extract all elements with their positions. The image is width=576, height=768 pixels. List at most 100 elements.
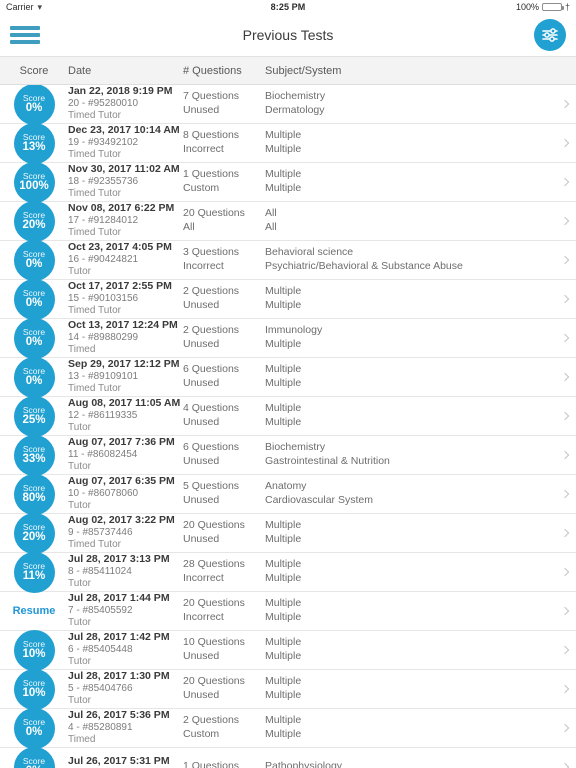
subject-cell: Multiple Multiple bbox=[265, 519, 554, 547]
disclosure-cell[interactable] bbox=[554, 333, 576, 343]
score-cell: Score0% bbox=[0, 85, 68, 125]
table-row[interactable]: Score 11% Jul 28, 2017 3:13 PM 8 - #8541102… bbox=[0, 551, 576, 593]
score-badge-label: Score bbox=[22, 287, 46, 298]
date-cell: Aug 02, 2017 3:22 PM 9 - #85737446 Timed T… bbox=[68, 514, 183, 551]
status-badge: Score0% bbox=[13, 707, 55, 749]
date-cell: Jul 28, 2017 1:42 PM 6 - #85405448 Tutor bbox=[68, 631, 183, 668]
test-id: 4 - #85280891 bbox=[68, 722, 133, 734]
status-badge: Score 10% bbox=[13, 629, 55, 671]
hamburger-menu-icon[interactable] bbox=[10, 24, 40, 46]
test-mode: Timed Tutor bbox=[68, 539, 121, 551]
subject-cell: Anatomy Cardiovascular System bbox=[265, 480, 554, 508]
resume-link[interactable]: Resume bbox=[13, 605, 56, 617]
test-date: Jul 26, 2017 5:36 PM bbox=[68, 709, 170, 722]
score-badge-value: 0% bbox=[25, 726, 43, 739]
status-badge: Score 11% bbox=[13, 551, 55, 593]
test-date: Aug 02, 2017 3:22 PM bbox=[68, 514, 175, 527]
disclosure-cell[interactable] bbox=[554, 372, 576, 382]
chevron-right-icon bbox=[560, 372, 570, 382]
table-row[interactable]: Score 20% Aug 02, 2017 3:22 PM 9 - #8573744… bbox=[0, 512, 576, 554]
chevron-right-icon bbox=[560, 489, 570, 499]
table-row[interactable]: Resume Jul 28, 2017 1:44 PM 7 - #85405592 T… bbox=[0, 592, 576, 631]
table-row[interactable]: Score0% Jul 26, 2017 5:31 PM3 - #85280517… bbox=[0, 746, 576, 768]
score-badge-value: 13% bbox=[22, 141, 46, 154]
table-row[interactable]: Score 33% Aug 07, 2017 7:36 PM 11 - #860824… bbox=[0, 434, 576, 476]
score-badge-label: Score bbox=[22, 365, 46, 376]
subject-cell: Pathophysiology bbox=[265, 760, 554, 768]
status-badge: Score 100% bbox=[13, 161, 55, 203]
table-row[interactable]: Score 10% Jul 28, 2017 1:42 PM 6 - #8540544… bbox=[0, 629, 576, 671]
disclosure-cell[interactable] bbox=[554, 723, 576, 733]
question-type: Unused bbox=[183, 455, 220, 467]
test-id: 8 - #85411024 bbox=[68, 566, 132, 578]
disclosure-cell[interactable] bbox=[554, 411, 576, 421]
test-mode: Tutor bbox=[68, 461, 91, 473]
table-row[interactable]: Score 80% Aug 07, 2017 6:35 PM 10 - #860780… bbox=[0, 473, 576, 515]
disclosure-cell[interactable] bbox=[554, 567, 576, 577]
question-count: 2 Questions bbox=[183, 285, 240, 298]
status-bar-clock: 8:25 PM bbox=[270, 2, 306, 12]
question-count: 7 Questions bbox=[183, 90, 240, 103]
disclosure-cell[interactable] bbox=[554, 762, 576, 768]
table-row[interactable]: Score 0% Oct 17, 2017 2:55 PM 15 - #9010315… bbox=[0, 278, 576, 320]
test-subject: Behavioral science bbox=[265, 246, 354, 259]
previous-tests-list[interactable]: Score 0% Jan 22, 2018 9:19 PM 20 - #9528001… bbox=[0, 85, 576, 768]
table-row[interactable]: Score 100% Nov 30, 2017 11:02 AM 18 - #9235… bbox=[0, 161, 576, 203]
disclosure-cell[interactable] bbox=[554, 255, 576, 265]
score-badge-label: Score bbox=[22, 92, 46, 103]
status-badge: Score 20% bbox=[13, 512, 55, 554]
disclosure-cell[interactable] bbox=[554, 216, 576, 226]
question-count: 20 Questions bbox=[183, 675, 245, 688]
table-row[interactable]: Score 0% Jan 22, 2018 9:19 PM 20 - #9528001… bbox=[0, 85, 576, 125]
disclosure-cell[interactable] bbox=[554, 528, 576, 538]
score-cell: Score 80% bbox=[0, 473, 68, 515]
table-row[interactable]: Score 0% Sep 29, 2017 12:12 PM 13 - #891091… bbox=[0, 356, 576, 398]
table-row[interactable]: Score 0% Oct 13, 2017 12:24 PM 14 - #898802… bbox=[0, 317, 576, 359]
disclosure-cell[interactable] bbox=[554, 99, 576, 109]
test-date: Jul 28, 2017 1:44 PM bbox=[68, 592, 170, 605]
disclosure-cell[interactable] bbox=[554, 684, 576, 694]
questions-cell: 6 Questions Unused bbox=[183, 441, 265, 469]
question-type: Custom bbox=[183, 728, 220, 740]
question-type: Incorrect bbox=[183, 143, 224, 155]
test-subject: Multiple bbox=[265, 675, 302, 688]
question-count: 5 Questions bbox=[183, 480, 240, 493]
questions-cell: 4 Questions Unused bbox=[183, 402, 265, 430]
chevron-right-icon bbox=[560, 567, 570, 577]
disclosure-cell[interactable] bbox=[554, 177, 576, 187]
battery-cap bbox=[561, 6, 564, 10]
question-count: 1 Questions bbox=[183, 168, 240, 181]
disclosure-cell[interactable] bbox=[554, 138, 576, 148]
test-mode: Tutor bbox=[68, 695, 91, 707]
table-row[interactable]: Score 0% Jul 26, 2017 5:36 PM 4 - #85280891… bbox=[0, 707, 576, 749]
chevron-right-icon bbox=[560, 177, 570, 187]
navigation-bar: Previous Tests bbox=[0, 14, 576, 57]
question-count: 2 Questions bbox=[183, 714, 240, 727]
disclosure-cell[interactable] bbox=[554, 294, 576, 304]
test-mode: Timed Tutor bbox=[68, 305, 121, 317]
test-date: Nov 08, 2017 6:22 PM bbox=[68, 202, 175, 215]
table-row[interactable]: Score 13% Dec 23, 2017 10:14 AM 19 - #93492… bbox=[0, 122, 576, 164]
column-header-subject: Subject/System bbox=[265, 64, 342, 77]
subject-cell: Multiple Multiple bbox=[265, 714, 554, 742]
score-cell: Score 20% bbox=[0, 512, 68, 554]
test-mode: Timed bbox=[68, 734, 96, 746]
table-row[interactable]: Score 25% Aug 08, 2017 11:05 AM 12 - #86119… bbox=[0, 395, 576, 437]
table-row[interactable]: Score 10% Jul 28, 2017 1:30 PM 5 - #8540476… bbox=[0, 668, 576, 710]
test-mode: Timed bbox=[68, 344, 96, 356]
test-id: 11 - #86082454 bbox=[68, 449, 138, 461]
bluetooth-icon: † bbox=[564, 1, 570, 12]
question-type: Unused bbox=[183, 494, 220, 506]
questions-cell: 20 Questions Unused bbox=[183, 675, 265, 703]
disclosure-cell[interactable] bbox=[554, 489, 576, 499]
battery-icon bbox=[541, 3, 564, 11]
score-badge-value: 0% bbox=[25, 375, 43, 388]
status-badge: Score0% bbox=[13, 239, 55, 281]
table-row[interactable]: Score 20% Nov 08, 2017 6:22 PM 17 - #912840… bbox=[0, 200, 576, 242]
table-row[interactable]: Score 0% Oct 23, 2017 4:05 PM 16 - #9042482… bbox=[0, 239, 576, 281]
disclosure-cell[interactable] bbox=[554, 450, 576, 460]
chevron-right-icon bbox=[560, 216, 570, 226]
disclosure-cell[interactable] bbox=[554, 606, 576, 616]
disclosure-cell[interactable] bbox=[554, 645, 576, 655]
filter-button[interactable] bbox=[534, 19, 566, 51]
